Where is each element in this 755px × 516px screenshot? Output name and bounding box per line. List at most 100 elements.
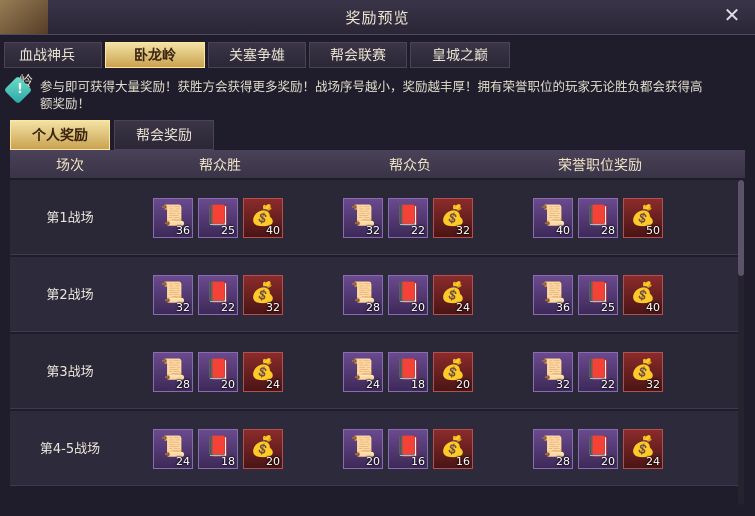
tab-xuezhan[interactable]: 血战神兵岭	[4, 42, 102, 90]
book-item[interactable]: 📕 20	[578, 429, 618, 469]
row-label: 第4-5战场	[39, 442, 101, 457]
reward-group-lose: 📜 24 📕 18 💰 20	[343, 352, 473, 392]
bag-item[interactable]: 💰 50	[623, 198, 663, 238]
scrollbar-thumb[interactable]	[738, 180, 744, 276]
notice-text: 参与即可获得大量奖励！获胜方会获得更多奖励！战场序号越小，奖励越丰厚！拥有荣誉职…	[40, 79, 703, 111]
bag-item[interactable]: 💰 24	[623, 429, 663, 469]
item-count: 24	[646, 455, 660, 468]
tab-guild-reward[interactable]: 帮会奖励	[114, 120, 214, 150]
notice: ! 参与即可获得大量奖励！获胜方会获得更多奖励！战场序号越小，奖励越丰厚！拥有荣…	[3, 75, 710, 112]
reward-group-lose: 📜 32 📕 22 💰 32	[343, 198, 473, 238]
bag-item[interactable]: 💰 20	[433, 352, 473, 392]
reward-group-honor: 📜 40 📕 28 💰 50	[533, 198, 663, 238]
bag-item[interactable]: 💰 32	[433, 198, 473, 238]
book-item[interactable]: 📕 22	[198, 275, 238, 315]
item-count: 32	[366, 224, 380, 237]
item-count: 36	[556, 301, 570, 314]
item-count: 24	[456, 301, 470, 314]
scroll-item[interactable]: 📜 28	[343, 275, 383, 315]
item-count: 32	[556, 378, 570, 391]
reward-group-win: 📜 24 📕 18 💰 20	[153, 429, 283, 469]
table-row: 第3战场 📜 28 📕 20 💰 24 📜 24 📕 18 💰 20 📜 32 📕 22 💰 32	[10, 334, 738, 409]
tab-banghui[interactable]: 帮会联赛	[309, 42, 407, 68]
reward-table: 场次 帮众胜 帮众负 荣誉职位奖励 第1战场 📜 36 📕 25 💰 40 📜 32 📕 22 💰 32…	[10, 150, 745, 510]
row-label: 第2战场	[46, 288, 94, 303]
title-bar: 奖励预览 ✕	[0, 0, 755, 35]
tab-guansai[interactable]: 关塞争雄	[208, 42, 306, 68]
book-item[interactable]: 📕 18	[198, 429, 238, 469]
bag-item[interactable]: 💰 32	[623, 352, 663, 392]
item-count: 16	[411, 455, 425, 468]
scroll-item[interactable]: 📜 40	[533, 198, 573, 238]
item-count: 28	[601, 224, 615, 237]
item-count: 20	[411, 301, 425, 314]
bag-item[interactable]: 💰 24	[433, 275, 473, 315]
bag-item[interactable]: 💰 32	[243, 275, 283, 315]
reward-group-honor: 📜 32 📕 22 💰 32	[533, 352, 663, 392]
book-item[interactable]: 📕 22	[388, 198, 428, 238]
bag-item[interactable]: 💰 40	[623, 275, 663, 315]
item-count: 20	[366, 455, 380, 468]
sub-tabs: 个人奖励 帮会奖励	[10, 120, 214, 150]
reward-group-win: 📜 32 📕 22 💰 32	[153, 275, 283, 315]
item-count: 22	[221, 301, 235, 314]
item-count: 20	[221, 378, 235, 391]
item-count: 20	[266, 455, 280, 468]
tab-personal-reward[interactable]: 个人奖励	[10, 120, 110, 150]
book-item[interactable]: 📕 22	[578, 352, 618, 392]
scroll-item[interactable]: 📜 28	[533, 429, 573, 469]
table-row: 第1战场 📜 36 📕 25 💰 40 📜 32 📕 22 💰 32 📜 40 📕 28 💰 50	[10, 180, 738, 255]
item-count: 50	[646, 224, 660, 237]
header-round: 场次	[56, 158, 84, 174]
reward-group-lose: 📜 20 📕 16 💰 16	[343, 429, 473, 469]
table-row: 第2战场 📜 32 📕 22 💰 32 📜 28 📕 20 💰 24 📜 36 📕 25 💰 40	[10, 257, 738, 332]
book-item[interactable]: 📕 16	[388, 429, 428, 469]
scroll-item[interactable]: 📜 24	[153, 429, 193, 469]
item-count: 20	[456, 378, 470, 391]
item-count: 25	[221, 224, 235, 237]
reward-group-lose: 📜 28 📕 20 💰 24	[343, 275, 473, 315]
item-count: 28	[366, 301, 380, 314]
scroll-item[interactable]: 📜 36	[153, 198, 193, 238]
bag-item[interactable]: 💰 40	[243, 198, 283, 238]
tab-huangcheng[interactable]: 皇城之巅	[410, 42, 510, 68]
scroll-item[interactable]: 📜 32	[153, 275, 193, 315]
item-count: 40	[266, 224, 280, 237]
bag-item[interactable]: 💰 20	[243, 429, 283, 469]
book-item[interactable]: 📕 25	[198, 198, 238, 238]
item-count: 32	[176, 301, 190, 314]
tab-wolongling[interactable]: 卧龙岭	[105, 42, 205, 68]
close-icon[interactable]: ✕	[721, 4, 743, 26]
scroll-item[interactable]: 📜 36	[533, 275, 573, 315]
item-count: 28	[556, 455, 570, 468]
item-count: 36	[176, 224, 190, 237]
row-label: 第1战场	[46, 211, 94, 226]
row-label: 第3战场	[46, 365, 94, 380]
book-item[interactable]: 📕 20	[198, 352, 238, 392]
table-row: 第4-5战场 📜 24 📕 18 💰 20 📜 20 📕 16 💰 16 📜 28 📕 20 💰 24	[10, 411, 738, 486]
book-item[interactable]: 📕 28	[578, 198, 618, 238]
header-honor: 荣誉职位奖励	[558, 158, 642, 174]
item-count: 24	[266, 378, 280, 391]
item-count: 24	[366, 378, 380, 391]
item-count: 16	[456, 455, 470, 468]
item-count: 32	[266, 301, 280, 314]
scroll-item[interactable]: 📜 28	[153, 352, 193, 392]
item-count: 18	[221, 455, 235, 468]
book-item[interactable]: 📕 18	[388, 352, 428, 392]
scroll-item[interactable]: 📜 32	[533, 352, 573, 392]
scroll-item[interactable]: 📜 32	[343, 198, 383, 238]
header-lose: 帮众负	[389, 158, 431, 174]
scroll-item[interactable]: 📜 24	[343, 352, 383, 392]
bag-item[interactable]: 💰 24	[243, 352, 283, 392]
item-count: 18	[411, 378, 425, 391]
book-item[interactable]: 📕 25	[578, 275, 618, 315]
item-count: 32	[646, 378, 660, 391]
item-count: 40	[556, 224, 570, 237]
scroll-item[interactable]: 📜 20	[343, 429, 383, 469]
item-count: 20	[601, 455, 615, 468]
item-count: 22	[601, 378, 615, 391]
book-item[interactable]: 📕 20	[388, 275, 428, 315]
item-count: 25	[601, 301, 615, 314]
bag-item[interactable]: 💰 16	[433, 429, 473, 469]
